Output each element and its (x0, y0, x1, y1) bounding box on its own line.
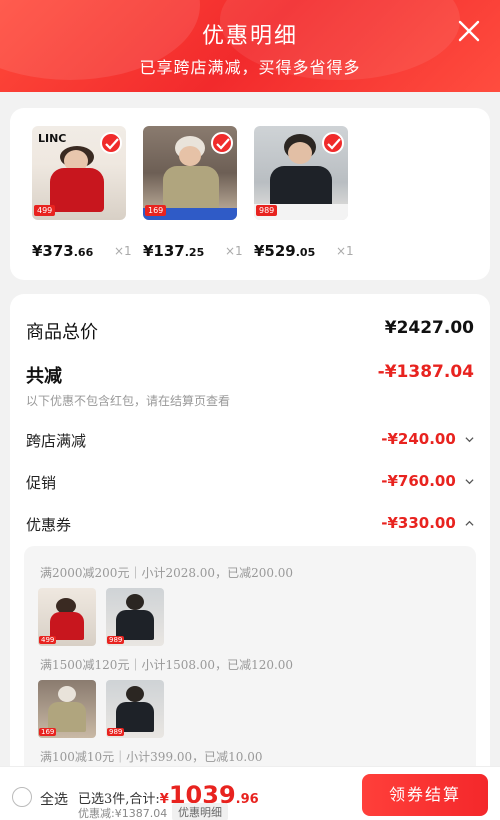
cross-store-label: 跨店满减 (26, 432, 87, 450)
checkout-button[interactable]: 领券结算 (362, 774, 488, 816)
discount-detail-card: 商品总价 ¥2427.00 共减 -¥1387.04 以下优惠不包含红包，请在结… (10, 294, 490, 774)
coupon-line: 满1500减120元｜小计1508.00，已减120.00 (40, 658, 294, 672)
coupon-label: 优惠券 (26, 516, 72, 534)
check-icon (327, 138, 341, 150)
total-price-value: ¥2427.00 (384, 318, 474, 338)
product-item[interactable]: 169 ¥137.25 ×1 (143, 126, 243, 260)
discount-detail-badge[interactable]: 优惠明细 (172, 803, 228, 820)
coupon-product-thumb: 989 (106, 588, 164, 646)
coupon-row[interactable]: 优惠券 -¥330.00 (26, 514, 474, 535)
total-price-label: 商品总价 (26, 322, 98, 343)
product-price: ¥137.25 (143, 242, 205, 260)
coupon-product-thumb: 169 (38, 680, 96, 738)
coupon-product-thumb: 989 (106, 680, 164, 738)
promo-row[interactable]: 促销 -¥760.00 (26, 472, 474, 493)
product-qty: ×1 (225, 244, 243, 258)
check-icon (216, 138, 230, 150)
total-reduce-row: 共减 -¥1387.04 (26, 362, 474, 388)
product-price: ¥529.05 (254, 242, 316, 260)
chevron-up-icon[interactable] (465, 519, 474, 528)
cross-store-value: -¥240.00 (381, 430, 456, 448)
check-icon (105, 138, 119, 150)
price-tag: 499 (34, 205, 56, 216)
bottom-bar: 全选 已选3件,合计:¥1039.96 优惠减:¥1387.04 优惠明细 领券… (0, 766, 500, 820)
promo-value: -¥760.00 (381, 472, 456, 490)
product-image[interactable]: 169 (143, 126, 237, 220)
brand-logo: LINC (38, 132, 67, 145)
chevron-down-icon[interactable] (465, 477, 474, 486)
product-item[interactable]: 989 ¥529.05 ×1 (254, 126, 354, 260)
chevron-down-icon[interactable] (465, 435, 474, 444)
total-reduce-value: -¥1387.04 (377, 362, 474, 382)
cross-store-row[interactable]: 跨店满减 -¥240.00 (26, 430, 474, 451)
product-image[interactable]: LINC 499 (32, 126, 126, 220)
reduce-note: 以下优惠不包含红包，请在结算页查看 (26, 394, 231, 408)
coupon-product-thumb: 499 (38, 588, 96, 646)
coupon-line: 满100减10元｜小计399.00，已减10.00 (40, 750, 263, 764)
selected-check[interactable] (322, 132, 344, 154)
product-image[interactable]: 989 (254, 126, 348, 220)
product-qty: ×1 (336, 244, 354, 258)
page-subtitle: 已享跨店满减，买得多省得多 (139, 58, 361, 77)
product-item[interactable]: LINC 499 ¥373.66 ×1 (32, 126, 132, 260)
close-button[interactable] (456, 18, 482, 44)
select-all-label[interactable]: 全选 (40, 789, 68, 809)
coupon-detail-box: 满2000减200元｜小计2028.00，已减200.00 499 989 满1… (24, 546, 476, 774)
total-reduce-label: 共减 (26, 366, 62, 387)
selected-check[interactable] (211, 132, 233, 154)
price-tag: 169 (145, 205, 167, 216)
total-price-row: 商品总价 ¥2427.00 (26, 318, 474, 344)
discount-text: 优惠减:¥1387.04 (78, 807, 168, 820)
select-all-radio[interactable] (12, 787, 32, 807)
product-price: ¥373.66 (32, 242, 94, 260)
coupon-line: 满2000减200元｜小计2028.00，已减200.00 (40, 566, 294, 580)
page-title: 优惠明细 (201, 24, 298, 49)
promo-label: 促销 (26, 474, 57, 492)
selected-check[interactable] (100, 132, 122, 154)
header: 优惠明细 已享跨店满减，买得多省得多 (0, 0, 500, 92)
price-tag: 989 (256, 205, 278, 216)
coupon-value: -¥330.00 (381, 514, 456, 532)
close-icon (458, 20, 480, 42)
product-qty: ×1 (114, 244, 132, 258)
products-card: LINC 499 ¥373.66 ×1 169 ¥137.25 ×1 989 ¥… (10, 108, 490, 280)
